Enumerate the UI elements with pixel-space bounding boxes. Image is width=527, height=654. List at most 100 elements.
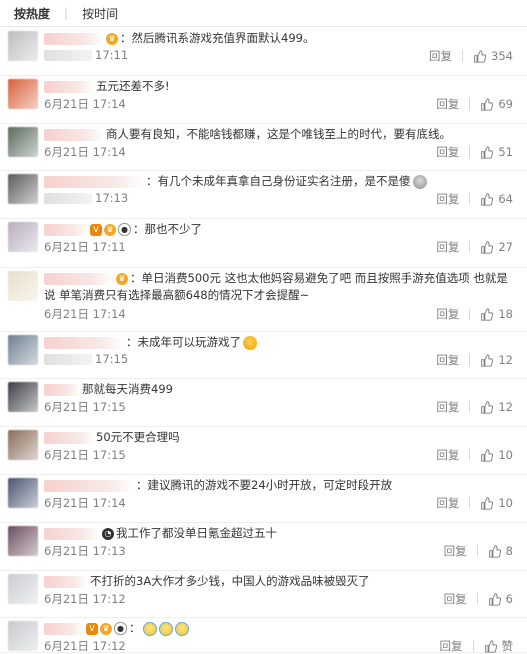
thumbs-up-icon — [481, 448, 494, 462]
reply-button[interactable]: 回复 — [436, 399, 459, 415]
like-button[interactable]: 354 — [473, 49, 513, 63]
username-blurred[interactable] — [44, 527, 100, 540]
comment-item: ：未成年可以玩游戏了 17:15 回复 12 — [0, 331, 527, 379]
time-label: 17:13 — [95, 191, 129, 205]
avatar[interactable] — [8, 382, 38, 412]
reply-button[interactable]: 回复 — [436, 96, 459, 112]
reply-button[interactable]: 回复 — [436, 191, 459, 207]
username-blurred[interactable] — [44, 383, 80, 396]
like-button[interactable]: 27 — [480, 240, 513, 254]
like-button[interactable]: 18 — [480, 307, 513, 321]
comment-item: 五元还差不多! 6月21日 17:14 回复 69 — [0, 75, 527, 124]
username-blurred[interactable] — [44, 128, 104, 141]
like-button[interactable]: 69 — [480, 97, 513, 111]
like-count: 27 — [498, 240, 513, 254]
comment-item: ◔ 我工作了都没单日氪金超过五十 6月21日 17:13 回复 8 — [0, 522, 527, 571]
reply-button[interactable]: 回复 — [436, 495, 459, 511]
comment-actions: 回复 18 — [436, 306, 513, 322]
comment-time: 6月21日 17:14 — [44, 97, 126, 111]
comment-line: 50元不更合理吗 — [44, 429, 514, 446]
reply-button[interactable]: 回复 — [436, 352, 459, 368]
thumbs-up-icon — [474, 49, 487, 63]
avatar[interactable] — [8, 174, 38, 204]
reply-button[interactable]: 回复 — [436, 447, 459, 463]
date-blurred — [44, 50, 92, 61]
comment-text: 50元不更合理吗 — [96, 430, 180, 444]
like-count: 6 — [505, 592, 513, 606]
comment-time: 6月21日 17:11 — [44, 240, 126, 254]
comment-text: ：建议腾讯的游戏不要24小时开放，可定时段开放 — [136, 478, 393, 492]
like-button[interactable]: 64 — [480, 192, 513, 206]
avatar[interactable] — [8, 526, 38, 556]
like-count: 51 — [498, 145, 513, 159]
reply-button[interactable]: 回复 — [444, 543, 467, 559]
avatar[interactable] — [8, 222, 38, 252]
like-button[interactable]: 12 — [480, 353, 513, 367]
comment-text: ：未成年可以玩游戏了 — [126, 335, 241, 349]
username-blurred[interactable] — [44, 32, 104, 45]
like-count: 64 — [498, 192, 513, 206]
avatar[interactable] — [8, 335, 38, 365]
like-button[interactable]: 6 — [488, 592, 513, 606]
sort-tab-time[interactable]: 按时间 — [76, 5, 124, 22]
comment-line: 那就每天消费499 — [44, 381, 514, 398]
cry-emoji-icon — [174, 621, 189, 636]
avatar[interactable] — [8, 271, 38, 301]
username-blurred[interactable] — [44, 175, 144, 188]
like-button[interactable]: 10 — [480, 448, 513, 462]
sort-divider: | — [64, 6, 69, 20]
thumbs-up-icon — [481, 353, 494, 367]
username-blurred[interactable] — [44, 80, 94, 93]
like-button[interactable]: 10 — [480, 496, 513, 510]
thumbs-up-icon — [481, 400, 494, 414]
avatar[interactable] — [8, 574, 38, 604]
comment-actions: 回复 6 — [444, 591, 513, 607]
action-divider — [476, 545, 478, 557]
date-blurred — [44, 193, 92, 204]
username-blurred[interactable] — [44, 272, 114, 285]
username-blurred[interactable] — [44, 223, 88, 236]
avatar[interactable] — [8, 79, 38, 109]
like-count: 18 — [498, 307, 513, 321]
action-divider — [469, 354, 471, 366]
like-count: 10 — [498, 496, 513, 510]
like-count: 8 — [505, 544, 513, 558]
username-blurred[interactable] — [44, 336, 124, 349]
avatar[interactable] — [8, 621, 38, 651]
username-blurred[interactable] — [44, 431, 94, 444]
thumbs-up-icon — [484, 639, 497, 653]
reply-button[interactable]: 回复 — [436, 306, 459, 322]
sort-tab-hot[interactable]: 按热度 — [8, 5, 56, 22]
comment-item: 商人要有良知，不能啥钱都赚，这是个唯钱至上的时代，要有底线。 6月21日 17:1… — [0, 123, 527, 171]
action-divider — [472, 640, 474, 652]
comment-actions: 回复 354 — [429, 48, 513, 64]
like-count: 12 — [498, 353, 513, 367]
avatar[interactable] — [8, 430, 38, 460]
comment-time: 6月21日 17:13 — [44, 544, 126, 558]
like-button[interactable]: 12 — [480, 400, 513, 414]
username-blurred[interactable] — [44, 622, 84, 635]
comment-actions: 回复 12 — [436, 352, 513, 368]
reply-button[interactable]: 回复 — [436, 144, 459, 160]
reply-button[interactable]: 回复 — [429, 48, 452, 64]
avatar[interactable] — [8, 31, 38, 61]
username-blurred[interactable] — [44, 575, 88, 588]
action-divider — [469, 193, 471, 205]
vip-badge-icon: ♛ — [106, 32, 118, 45]
like-button[interactable]: 8 — [488, 544, 513, 558]
comment-text: ： — [129, 621, 141, 635]
avatar[interactable] — [8, 127, 38, 157]
username-blurred[interactable] — [44, 479, 134, 492]
comment-item: ：建议腾讯的游戏不要24小时开放，可定时段开放 6月21日 17:14 回复 10 — [0, 474, 527, 523]
comment-time: 6月21日 17:14 — [44, 145, 126, 159]
comment-time: 6月21日 17:15 — [44, 448, 126, 462]
avatar[interactable] — [8, 478, 38, 508]
sort-bar: 按热度 | 按时间 — [0, 0, 527, 27]
reply-button[interactable]: 回复 — [436, 239, 459, 255]
comment-line: ：建议腾讯的游戏不要24小时开放，可定时段开放 — [44, 477, 514, 494]
comment-actions: 回复 69 — [436, 96, 513, 112]
v-badge-icon: V — [90, 223, 102, 236]
reply-button[interactable]: 回复 — [444, 591, 467, 607]
like-button[interactable]: 51 — [480, 145, 513, 159]
action-divider — [476, 593, 478, 605]
